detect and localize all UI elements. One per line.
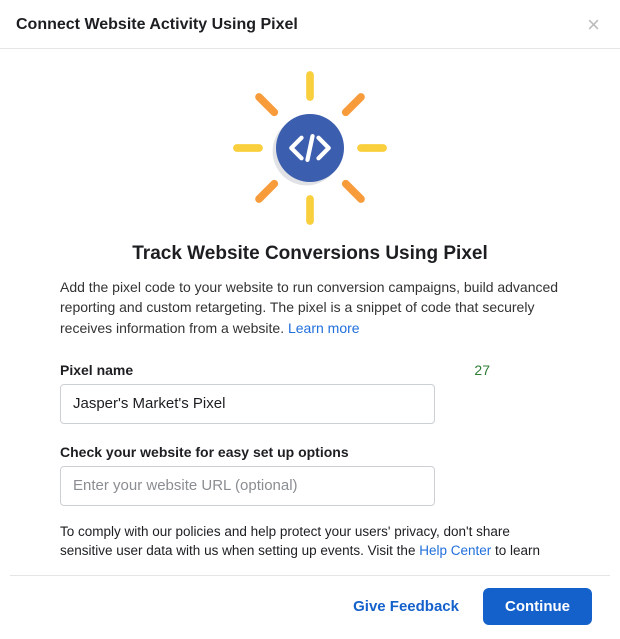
intro-text: Add the pixel code to your website to ru…: [60, 277, 560, 338]
dialog-title: Connect Website Activity Using Pixel: [16, 16, 298, 34]
website-url-label: Check your website for easy set up optio…: [60, 444, 560, 460]
pixel-name-input[interactable]: [60, 384, 435, 424]
pixel-setup-dialog: Connect Website Activity Using Pixel ×: [0, 0, 620, 639]
policy-text: To comply with our policies and help pro…: [60, 522, 560, 565]
dialog-body: Track Website Conversions Using Pixel Ad…: [0, 49, 620, 565]
main-title: Track Website Conversions Using Pixel: [60, 243, 560, 265]
website-url-input-wrap: [60, 466, 435, 506]
website-url-input[interactable]: [60, 466, 435, 506]
help-center-link[interactable]: Help Center: [419, 543, 491, 558]
hero-illustration: [60, 49, 560, 243]
pixel-name-counter: 27: [474, 362, 560, 378]
close-icon: ×: [587, 12, 600, 37]
give-feedback-button[interactable]: Give Feedback: [339, 588, 473, 625]
continue-button[interactable]: Continue: [483, 588, 592, 625]
dialog-header: Connect Website Activity Using Pixel ×: [0, 0, 620, 49]
learn-more-link[interactable]: Learn more: [288, 320, 360, 336]
close-button[interactable]: ×: [583, 14, 604, 36]
dialog-footer: Give Feedback Continue: [10, 575, 610, 639]
pixel-code-sun-icon: [225, 63, 395, 233]
pixel-name-label-row: Pixel name 27: [60, 362, 560, 378]
pixel-name-input-wrap: [60, 384, 435, 424]
pixel-name-label: Pixel name: [60, 362, 133, 378]
